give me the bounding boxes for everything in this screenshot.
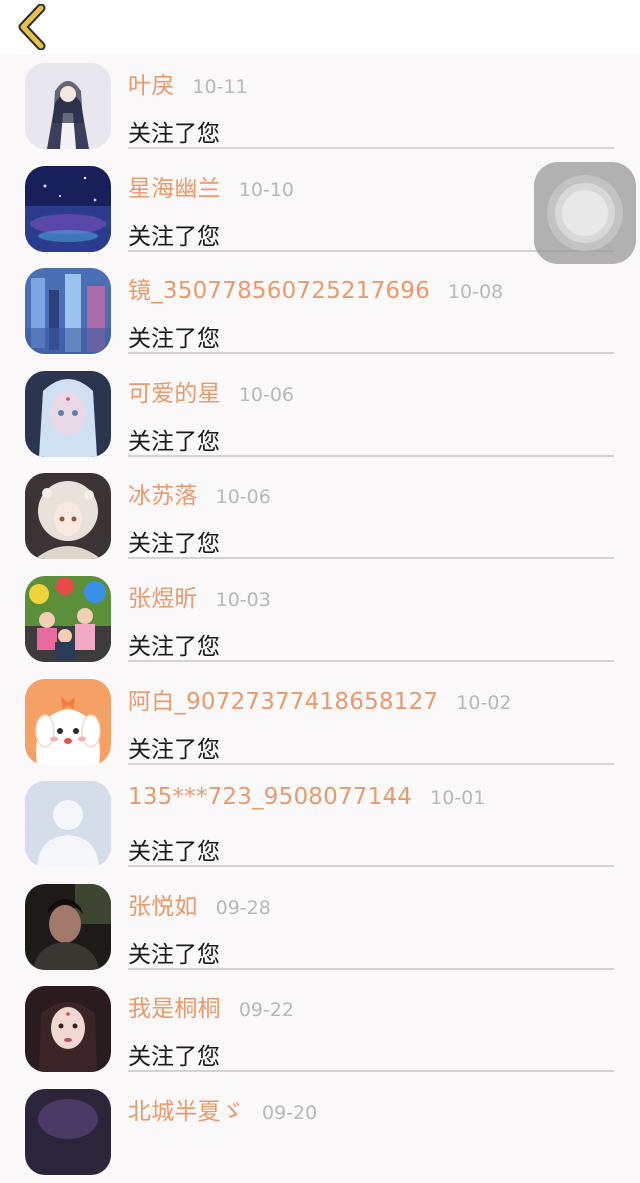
username[interactable]: 张煜昕 (128, 579, 198, 613)
username[interactable]: 阿白_90727377418658127 (128, 682, 438, 716)
avatar[interactable] (25, 165, 111, 252)
follow-action: 关注了您 (128, 223, 220, 250)
username[interactable]: 星海幽兰 (128, 169, 221, 203)
username[interactable]: 可爱的星 (128, 374, 221, 408)
follow-date: 10-02 (456, 691, 512, 714)
username[interactable]: 张悦如 (128, 887, 198, 921)
follow-date: 09-22 (238, 999, 295, 1022)
avatar[interactable] (25, 370, 111, 457)
divider (128, 659, 614, 662)
follow-date: 10-01 (430, 787, 486, 810)
avatar[interactable] (25, 575, 111, 662)
back-button[interactable] (12, 4, 52, 50)
list-item[interactable]: 我是桐桐 09-22 关注了您 (0, 977, 640, 1080)
list-item[interactable]: 张煜昕 10-03 关注了您 (0, 567, 640, 670)
list-item[interactable]: 135***723_9508077144 10-01 关注了您 (0, 772, 640, 875)
follow-action: 关注了您 (128, 121, 220, 147)
username[interactable]: 135***723_9508077144 (128, 784, 412, 810)
list-item[interactable]: 叶戾 10-11 关注了您 (0, 54, 640, 157)
list-item[interactable]: 阿白_90727377418658127 10-02 关注了您 (0, 670, 640, 773)
list-item[interactable]: 张悦如 09-28 关注了您 (0, 875, 640, 978)
divider (128, 967, 614, 970)
follow-date: 09-20 (262, 1101, 318, 1124)
list-item[interactable]: 北城半夏ゞ 09-20 (0, 1080, 640, 1183)
username[interactable]: 我是桐桐 (128, 989, 221, 1023)
username[interactable]: 北城半夏ゞ (128, 1092, 244, 1126)
follow-action: 关注了您 (128, 1044, 220, 1071)
avatar[interactable] (25, 1088, 111, 1175)
assistive-touch-icon (547, 175, 623, 251)
username[interactable]: 冰苏落 (128, 476, 198, 510)
follow-date: 10-06 (238, 383, 295, 406)
list-item[interactable]: 镜_350778560725217696 10-08 关注了您 (0, 259, 640, 362)
avatar[interactable] (25, 473, 111, 560)
avatar[interactable] (25, 781, 111, 868)
divider (128, 865, 614, 868)
follow-action: 关注了您 (128, 428, 220, 455)
follow-action: 关注了您 (128, 736, 220, 763)
divider (128, 1070, 614, 1073)
follow-date: 10-08 (447, 281, 504, 304)
divider (128, 557, 614, 560)
list-item[interactable]: 可爱的星 10-06 关注了您 (0, 362, 640, 465)
avatar[interactable] (25, 986, 111, 1073)
avatar[interactable] (25, 63, 111, 149)
follow-date: 10-03 (215, 588, 271, 611)
avatar[interactable] (25, 268, 111, 355)
follow-action: 关注了您 (128, 326, 220, 353)
follow-action: 关注了您 (128, 839, 220, 866)
username[interactable]: 叶戾 (128, 66, 174, 100)
follow-date: 10-11 (192, 76, 248, 98)
follow-action: 关注了您 (128, 941, 220, 968)
assistive-touch-button[interactable] (534, 162, 636, 264)
divider (128, 454, 614, 457)
follow-action: 关注了您 (128, 531, 220, 558)
divider (128, 147, 614, 149)
follow-date: 10-10 (238, 178, 295, 201)
follow-date: 10-06 (215, 486, 271, 509)
follow-date: 09-28 (215, 896, 271, 919)
divider (128, 352, 614, 355)
top-bar (0, 0, 640, 54)
chevron-left-icon (18, 4, 46, 50)
divider (128, 762, 614, 765)
username[interactable]: 镜_350778560725217696 (128, 271, 430, 305)
follow-action: 关注了您 (128, 633, 220, 660)
avatar[interactable] (25, 883, 111, 970)
list-item[interactable]: 冰苏落 10-06 关注了您 (0, 464, 640, 567)
avatar[interactable] (25, 678, 111, 765)
